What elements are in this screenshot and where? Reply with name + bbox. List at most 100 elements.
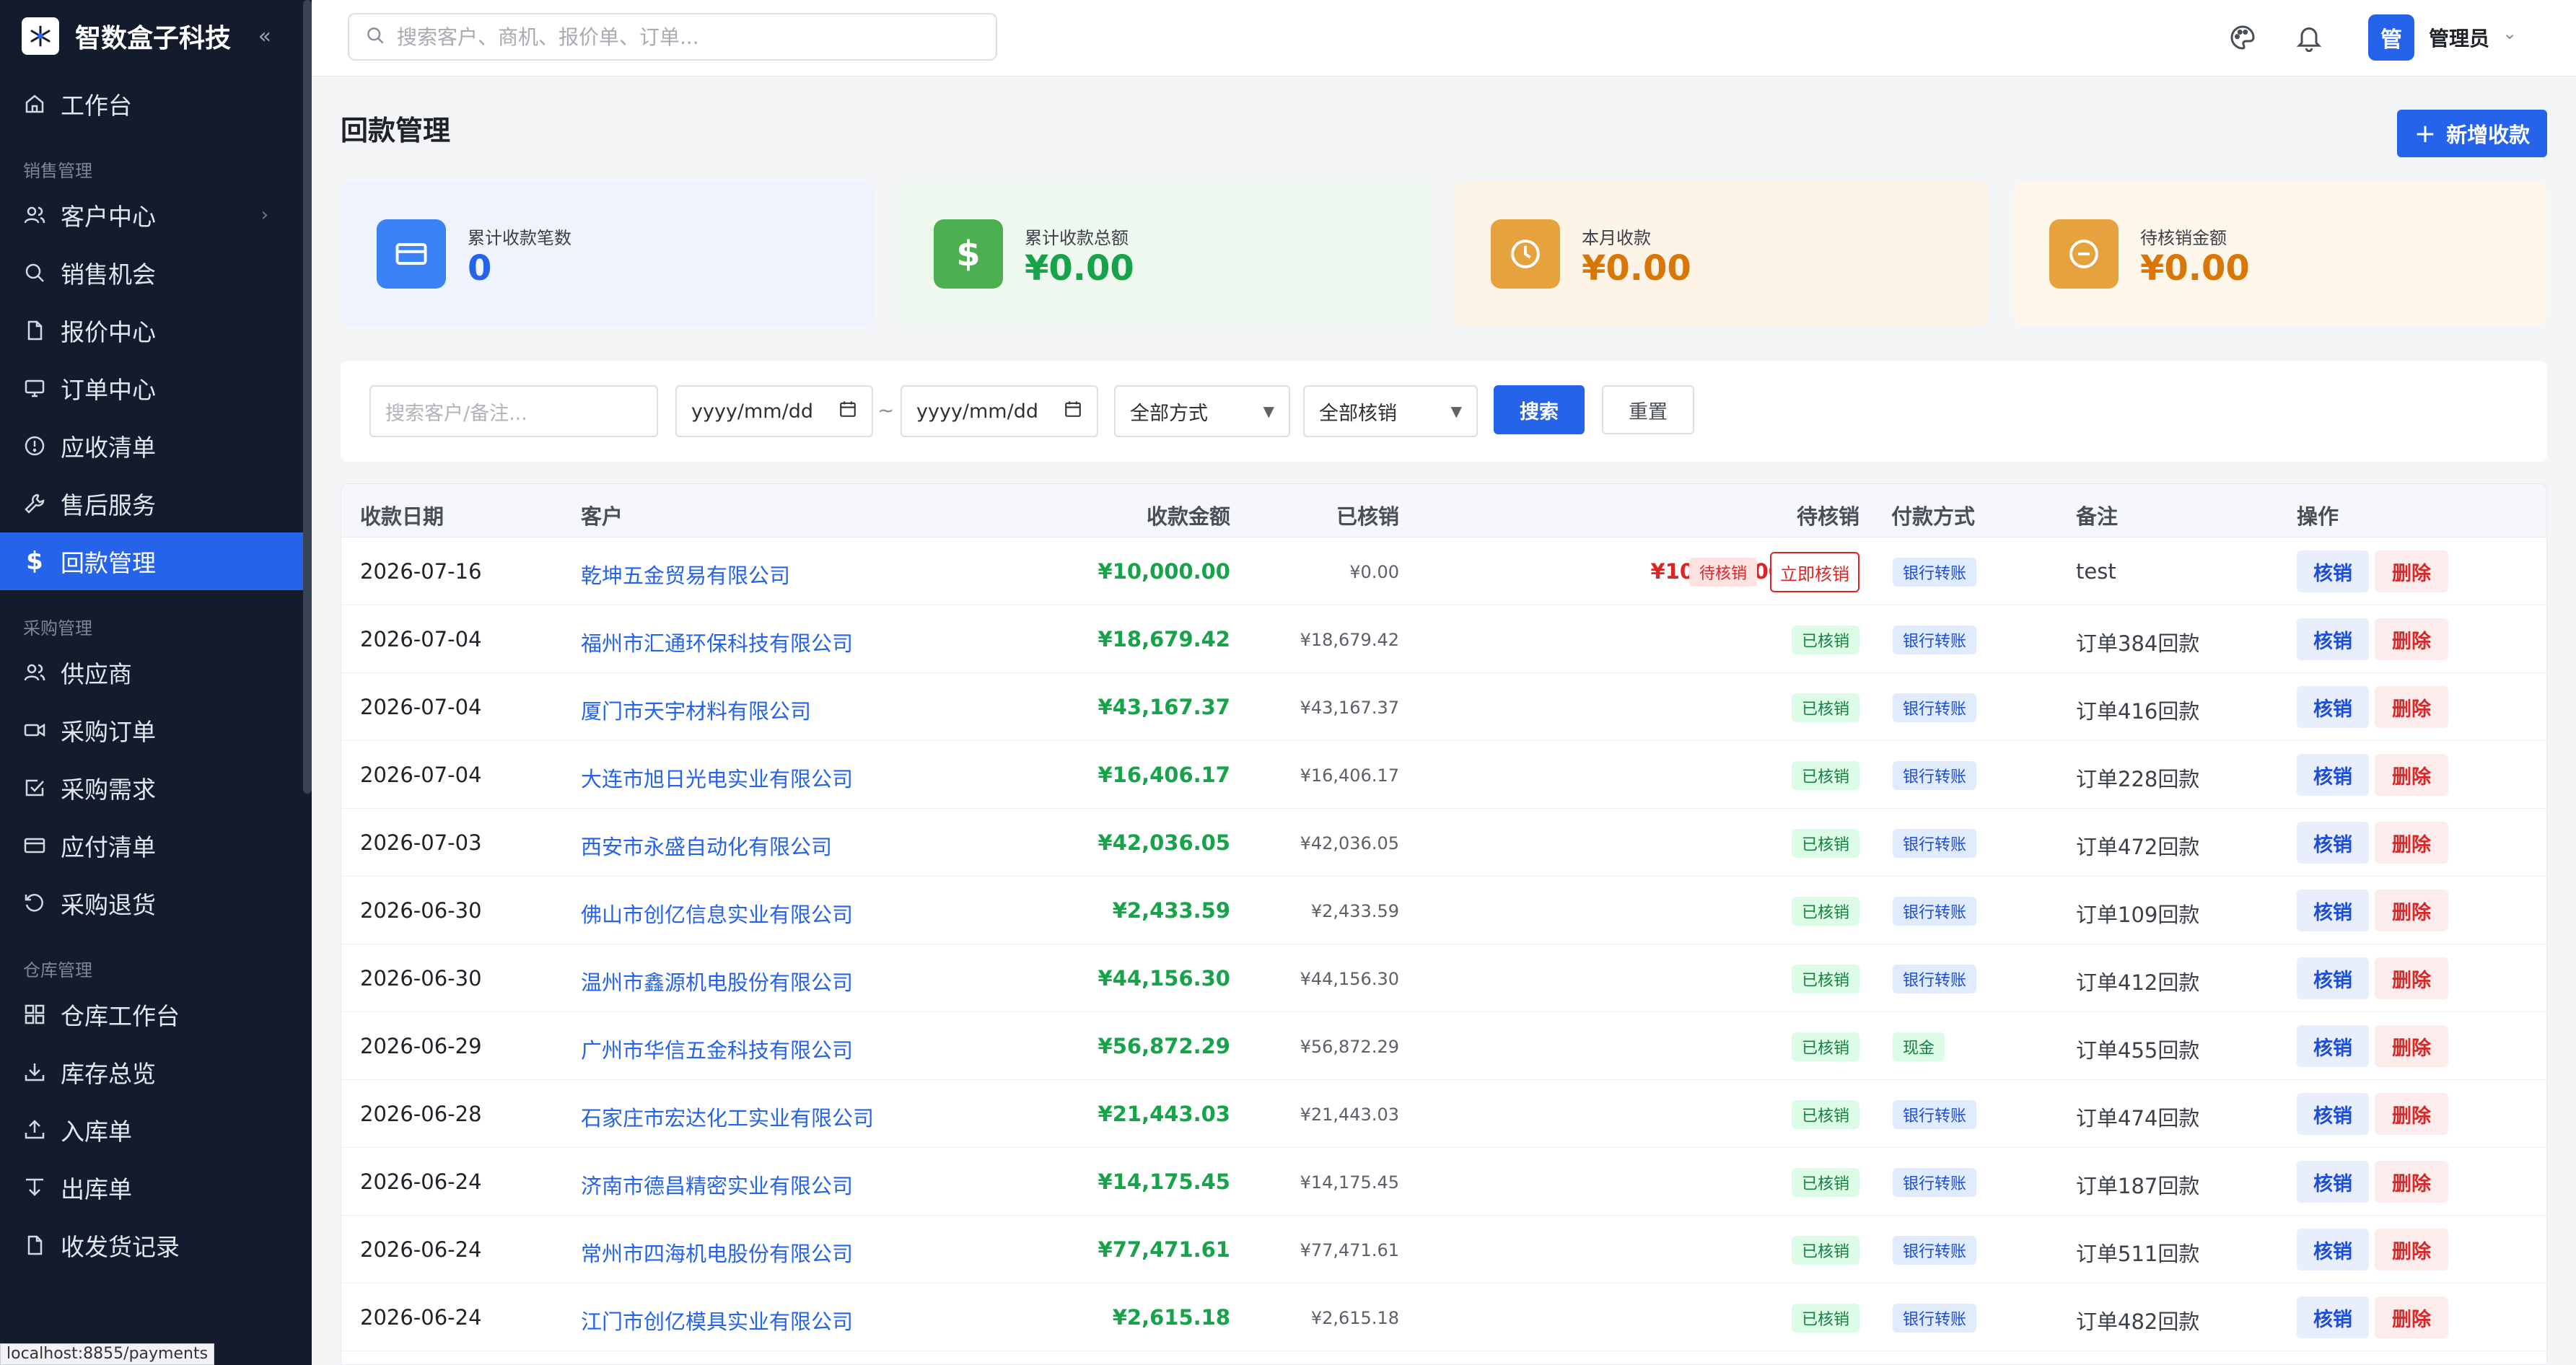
payment-amount: ¥2,433.59 (1112, 898, 1230, 923)
table-row[interactable]: 2026-06-24 常州市四海机电股份有限公司 ¥77,471.61 ¥77,471… (341, 1216, 2546, 1283)
chevron-down-icon[interactable]: ⌄ (2502, 23, 2517, 43)
nav-item-opportunities[interactable]: 销售机会 (0, 244, 312, 302)
nav-item-payables[interactable]: 应付清单 (0, 817, 312, 874)
verify-now-button[interactable]: 立即核销 (1770, 552, 1859, 592)
caret-down-icon: ▼ (1450, 403, 1462, 420)
delete-button[interactable]: 删除 (2375, 890, 2448, 931)
verify-button[interactable]: 核销 (2297, 890, 2369, 931)
user-name[interactable]: 管理员 (2429, 23, 2489, 52)
customer-link[interactable]: 江门市创亿模具实业有限公司 (581, 1305, 853, 1335)
payment-method-badge: 银行转账 (1893, 1236, 1977, 1265)
nav-item-orders[interactable]: 订单中心 (0, 359, 312, 417)
table-row[interactable]: 2026-07-04 大连市旭日光电实业有限公司 ¥16,406.17 ¥16,406… (341, 741, 2546, 809)
table-row[interactable]: 2026-06-30 佛山市创亿信息实业有限公司 ¥2,433.59 ¥2,433.5… (341, 877, 2546, 944)
method-select[interactable]: 全部方式 ▼ (1114, 385, 1290, 437)
delete-button[interactable]: 删除 (2375, 686, 2448, 728)
calendar-icon[interactable] (838, 400, 857, 423)
verify-select[interactable]: 全部核销 ▼ (1303, 385, 1478, 437)
customer-link[interactable]: 济南市德昌精密实业有限公司 (581, 1169, 853, 1200)
sidebar-scrollbar[interactable] (303, 0, 312, 794)
customer-link[interactable]: 石家庄市宏达化工实业有限公司 (581, 1102, 874, 1132)
nav-item-suppliers[interactable]: 供应商 (0, 644, 312, 701)
delete-button[interactable]: 删除 (2375, 1161, 2448, 1203)
global-search-input[interactable] (397, 25, 989, 49)
nav-item-inventory[interactable]: 库存总览 (0, 1043, 312, 1101)
column-header-date[interactable]: 收款日期 (360, 500, 444, 530)
search-button[interactable]: 搜索 (1494, 385, 1585, 434)
column-header-note[interactable]: 备注 (2076, 500, 2118, 530)
column-header-method[interactable]: 付款方式 (1891, 500, 1975, 530)
delete-button[interactable]: 删除 (2375, 618, 2448, 660)
verify-button[interactable]: 核销 (2297, 822, 2369, 864)
customer-link[interactable]: 大连市旭日光电实业有限公司 (581, 763, 853, 793)
verify-button[interactable]: 核销 (2297, 957, 2369, 999)
verify-button[interactable]: 核销 (2297, 1025, 2369, 1067)
nav-item-dashboard[interactable]: 工作台 (0, 75, 312, 133)
nav-item-purchase-requests[interactable]: 采购需求 (0, 759, 312, 817)
verify-button[interactable]: 核销 (2297, 686, 2369, 728)
table-row[interactable]: 2026-07-16乾坤五金贸易有限公司¥10,000.00¥0.00¥10,0… (341, 537, 2546, 605)
nav-item-payments[interactable]: $ 回款管理 (0, 532, 303, 590)
column-header-paid[interactable]: 已核销 (1336, 500, 1399, 530)
collapse-sidebar-icon[interactable]: « (258, 24, 271, 49)
verify-button[interactable]: 核销 (2297, 754, 2369, 796)
add-payment-button[interactable]: + 新增收款 (2397, 110, 2547, 157)
verify-button[interactable]: 核销 (2297, 1229, 2369, 1270)
verify-button[interactable]: 核销 (2297, 618, 2369, 660)
verify-button[interactable]: 核销 (2297, 1296, 2369, 1338)
customer-link[interactable]: 温州市鑫源机电股份有限公司 (581, 966, 853, 996)
delete-button[interactable]: 删除 (2375, 1229, 2448, 1270)
table-row[interactable]: 2026-06-30 温州市鑫源机电股份有限公司 ¥44,156.30 ¥44,156… (341, 944, 2546, 1012)
customer-link[interactable]: 乾坤五金贸易有限公司 (581, 559, 790, 589)
wrench-icon (23, 492, 46, 515)
customer-link[interactable]: 广州市华信五金科技有限公司 (581, 1034, 853, 1064)
delete-button[interactable]: 删除 (2375, 754, 2448, 796)
nav-item-purchase-returns[interactable]: 采购退货 (0, 874, 312, 932)
date-to-input[interactable]: yyyy/mm/dd (901, 385, 1098, 437)
table-row[interactable]: 2026-06-24 济南市德昌精密实业有限公司 ¥14,175.45 ¥14,175… (341, 1148, 2546, 1216)
reset-button[interactable]: 重置 (1602, 385, 1694, 434)
nav-label: 售后服务 (61, 491, 156, 519)
nav-item-purchase-orders[interactable]: 采购订单 (0, 701, 312, 759)
global-search[interactable] (348, 13, 997, 61)
nav-item-after-sales[interactable]: 售后服务 (0, 475, 312, 532)
nav-item-warehouse-dashboard[interactable]: 仓库工作台 (0, 986, 312, 1043)
calendar-icon[interactable] (1064, 400, 1082, 423)
nav-label: 收发货记录 (61, 1233, 180, 1261)
delete-button[interactable]: 删除 (2375, 1296, 2448, 1338)
column-header-pending[interactable]: 待核销 (1797, 500, 1859, 530)
table-row[interactable]: 2026-07-03 西安市永盛自动化有限公司 ¥42,036.05 ¥42,036.… (341, 809, 2546, 877)
bell-icon[interactable] (2293, 22, 2325, 53)
add-payment-label: 新增收款 (2446, 123, 2531, 147)
delete-button[interactable]: 删除 (2375, 1025, 2448, 1067)
column-header-customer[interactable]: 客户 (581, 500, 623, 530)
nav-item-quotes[interactable]: 报价中心 (0, 302, 312, 359)
customer-link[interactable]: 佛山市创亿信息实业有限公司 (581, 898, 853, 929)
avatar[interactable]: 管 (2368, 14, 2414, 61)
delete-button[interactable]: 删除 (2375, 1093, 2448, 1135)
delete-button[interactable]: 删除 (2375, 822, 2448, 864)
table-row[interactable]: 2026-06-24 江门市创亿模具实业有限公司 ¥2,615.18 ¥2,615.1… (341, 1283, 2546, 1351)
delete-button[interactable]: 删除 (2375, 550, 2448, 592)
verify-button[interactable]: 核销 (2297, 1161, 2369, 1203)
nav-item-customers[interactable]: 客户中心 › (0, 186, 312, 244)
verify-button[interactable]: 核销 (2297, 550, 2369, 592)
palette-icon[interactable] (2227, 22, 2259, 53)
filter-search-input[interactable]: 搜索客户/备注... (369, 385, 658, 437)
table-row[interactable]: 2026-07-04 福州市汇通环保科技有限公司 ¥18,679.42 ¥18,679… (341, 605, 2546, 673)
customer-link[interactable]: 西安市永盛自动化有限公司 (581, 830, 832, 861)
nav-item-inbound[interactable]: 入库单 (0, 1101, 312, 1159)
table-row[interactable]: 2026-06-29 广州市华信五金科技有限公司 ¥56,872.29 ¥56,872… (341, 1012, 2546, 1080)
nav-item-receivables[interactable]: 应收清单 (0, 417, 312, 475)
nav-item-shipping-records[interactable]: 收发货记录 (0, 1216, 312, 1274)
delete-button[interactable]: 删除 (2375, 957, 2448, 999)
customer-link[interactable]: 常州市四海机电股份有限公司 (581, 1237, 853, 1268)
date-from-input[interactable]: yyyy/mm/dd (675, 385, 873, 437)
verify-button[interactable]: 核销 (2297, 1093, 2369, 1135)
table-row[interactable]: 2026-07-04 厦门市天宇材料有限公司 ¥43,167.37 ¥43,167.3… (341, 673, 2546, 741)
customer-link[interactable]: 厦门市天宇材料有限公司 (581, 695, 811, 725)
table-row[interactable]: 2026-06-28 石家庄市宏达化工实业有限公司 ¥21,443.03 ¥21,44… (341, 1080, 2546, 1148)
customer-link[interactable]: 福州市汇通环保科技有限公司 (581, 627, 853, 657)
column-header-amount[interactable]: 收款金额 (1147, 500, 1230, 530)
nav-item-outbound[interactable]: 出库单 (0, 1159, 312, 1216)
